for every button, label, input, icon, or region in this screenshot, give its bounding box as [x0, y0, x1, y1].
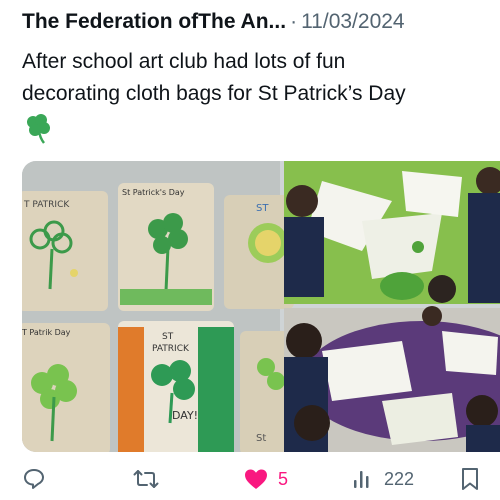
tweet-date[interactable]: 11/03/2024: [301, 10, 405, 34]
svg-text:St: St: [256, 433, 266, 444]
author-name[interactable]: The Federation ofThe An...: [22, 10, 286, 34]
reply-button[interactable]: [22, 458, 46, 500]
bag-top-right: ST: [224, 195, 294, 309]
shamrock-icon: [27, 114, 50, 144]
retweet-button[interactable]: [133, 458, 159, 500]
heart-icon: [245, 469, 267, 489]
tweet-text-line-1: After school art club had lots of fun: [22, 50, 346, 73]
views-icon: [354, 471, 369, 488]
photo-children-drawing-bottom[interactable]: [284, 306, 500, 452]
separator-dot: ·: [290, 10, 298, 33]
shamrock-emoji: [22, 112, 62, 146]
bookmark-button[interactable]: [460, 458, 480, 500]
svg-text:DAY!: DAY!: [172, 409, 198, 422]
tweet-header: The Federation ofThe An... · 11/03/2024: [22, 10, 500, 40]
svg-text:ST: ST: [162, 332, 174, 342]
photo-bags[interactable]: T PATRICK St Patrick's Day ST T Patrik D…: [22, 161, 300, 452]
bag-bottom-middle: ST PATRICK DAY!: [118, 321, 234, 452]
like-count: 5: [278, 468, 289, 489]
retweet-icon: [133, 470, 159, 488]
bookmark-icon: [462, 468, 478, 490]
svg-text:ST: ST: [256, 203, 269, 214]
svg-text:T Patrik Day: T Patrik Day: [22, 328, 71, 337]
tweet-text: After school art club had lots of fun de…: [22, 46, 500, 110]
tweet-text-line-2: decorating cloth bags for St Patrick’s D…: [22, 82, 406, 105]
svg-text:PATRICK: PATRICK: [152, 344, 190, 354]
bag-top-middle: St Patrick's Day: [118, 183, 214, 311]
reply-icon: [24, 469, 44, 489]
bag-top-left: T PATRICK: [22, 191, 108, 311]
svg-text:T PATRICK: T PATRICK: [23, 200, 70, 210]
tweet-media-grid[interactable]: T PATRICK St Patrick's Day ST T Patrik D…: [22, 161, 500, 452]
views-count: 222: [384, 468, 415, 489]
like-button[interactable]: 5: [244, 458, 288, 500]
photo-children-drawing-top[interactable]: [284, 161, 500, 304]
tweet-actions: 5 222: [0, 458, 500, 500]
svg-text:St Patrick's Day: St Patrick's Day: [122, 188, 185, 197]
views-button[interactable]: 222: [352, 458, 414, 500]
bag-bottom-left: T Patrik Day: [22, 323, 110, 452]
